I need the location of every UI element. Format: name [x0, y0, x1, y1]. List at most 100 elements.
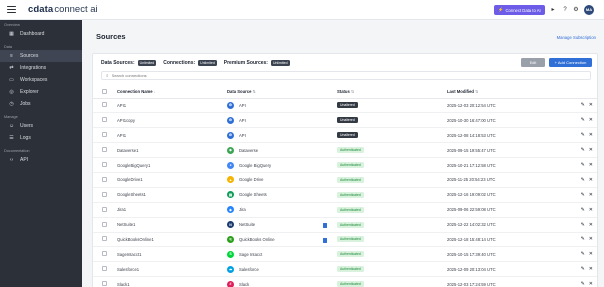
- code-icon: ‹›: [9, 157, 14, 163]
- edit-icon[interactable]: ✎: [581, 177, 585, 183]
- connection-name[interactable]: NetSuite1: [117, 217, 227, 233]
- close-icon[interactable]: ✕: [589, 222, 593, 228]
- data-source-name: QuickBooks Online: [239, 236, 275, 242]
- row-checkbox[interactable]: [102, 147, 107, 153]
- menu-icon[interactable]: [7, 6, 16, 13]
- manage-subscription-link[interactable]: Manage Subscription: [557, 35, 596, 40]
- sidebar-item-logs[interactable]: ☰ Logs: [0, 132, 82, 144]
- row-checkbox[interactable]: [102, 176, 107, 182]
- edit-icon[interactable]: ✎: [581, 162, 585, 168]
- row-checkbox[interactable]: [102, 251, 107, 257]
- logo[interactable]: cdata connect ai: [28, 4, 98, 15]
- connection-name[interactable]: API1: [117, 127, 227, 144]
- edit-icon[interactable]: ✎: [581, 236, 585, 242]
- data-source-name: Salesforce: [239, 266, 259, 272]
- column-header-name[interactable]: Connection Name↓: [117, 86, 227, 99]
- edit-icon[interactable]: ✎: [581, 132, 585, 138]
- close-icon[interactable]: ✕: [589, 192, 593, 198]
- gear-icon[interactable]: ⚙: [572, 6, 580, 14]
- edit-button[interactable]: Edit: [521, 58, 545, 67]
- terminal-icon[interactable]: ▸: [549, 6, 557, 14]
- close-icon[interactable]: ✕: [589, 102, 593, 108]
- sidebar-item-dashboard[interactable]: ▦ Dashboard: [0, 28, 82, 40]
- table-row[interactable]: SageIntacct1 S Sage Intacct Authenticate…: [93, 246, 597, 263]
- document-icon[interactable]: [323, 237, 327, 243]
- connection-name[interactable]: GoogleDrive1: [117, 172, 227, 188]
- row-checkbox[interactable]: [102, 281, 107, 287]
- row-checkbox[interactable]: [102, 221, 107, 227]
- data-source-name: API: [239, 102, 246, 108]
- main-content: Sources Manage Subscription Data Sources…: [82, 20, 604, 287]
- sidebar-item-integrations[interactable]: ⇄ Integrations: [0, 62, 82, 74]
- table-row[interactable]: Dataverse1 ◆ Dataverse Authenticated 202…: [93, 142, 597, 159]
- sidebar-item-api[interactable]: ‹› API: [0, 154, 82, 166]
- connection-name[interactable]: GoogleSheets1: [117, 187, 227, 203]
- close-icon[interactable]: ✕: [589, 251, 593, 257]
- help-icon[interactable]: ?: [561, 6, 569, 14]
- close-icon[interactable]: ✕: [589, 236, 593, 242]
- close-icon[interactable]: ✕: [589, 132, 593, 138]
- column-header-modified[interactable]: Last Modified⇅: [447, 86, 557, 99]
- table-row[interactable]: API1 ⚙ API Unaltered 2025-12-08 14:18:53…: [93, 127, 597, 144]
- edit-icon[interactable]: ✎: [581, 192, 585, 198]
- table-row[interactable]: NetSuite1 N NetSuite Authenticated 2025-…: [93, 217, 597, 233]
- table-row[interactable]: QuickBooksOnline1 q QuickBooks Online Au…: [93, 232, 597, 248]
- connection-name[interactable]: GoogleBigQuery1: [117, 157, 227, 173]
- table-row[interactable]: API1copy ⚙ API Unaltered 2025-10-30 16:4…: [93, 112, 597, 129]
- connection-name[interactable]: QuickBooksOnline1: [117, 232, 227, 248]
- sidebar-item-explorer[interactable]: ◎ Explorer: [0, 86, 82, 98]
- sidebar-item-jobs[interactable]: ◷ Jobs: [0, 98, 82, 110]
- close-icon[interactable]: ✕: [589, 266, 593, 272]
- sidebar-item-label: Integrations: [20, 65, 47, 71]
- table-row[interactable]: GoogleDrive1 ▲ Google Drive Authenticate…: [93, 172, 597, 188]
- table-row[interactable]: GoogleBigQuery1 ● Google BigQuery Authen…: [93, 157, 597, 173]
- add-connection-button[interactable]: + Add Connection: [549, 58, 592, 67]
- connection-name[interactable]: Jira1: [117, 202, 227, 218]
- table-row[interactable]: Slack1 # Slack Authenticated 2025-12-03 …: [93, 276, 597, 287]
- close-icon[interactable]: ✕: [589, 162, 593, 168]
- status-badge: Authenticated: [337, 251, 364, 258]
- close-icon[interactable]: ✕: [589, 207, 593, 213]
- row-checkbox[interactable]: [102, 266, 107, 272]
- close-icon[interactable]: ✕: [589, 281, 593, 287]
- row-checkbox[interactable]: [102, 191, 107, 197]
- edit-icon[interactable]: ✎: [581, 281, 585, 287]
- sidebar-item-workspaces[interactable]: ▭ Workspaces: [0, 74, 82, 86]
- avatar[interactable]: MA: [584, 5, 594, 15]
- connection-name[interactable]: Dataverse1: [117, 142, 227, 159]
- document-icon[interactable]: [323, 222, 327, 228]
- close-icon[interactable]: ✕: [589, 117, 593, 123]
- column-header-source[interactable]: Data Source⇅: [227, 86, 337, 99]
- row-checkbox[interactable]: [102, 236, 107, 242]
- close-icon[interactable]: ✕: [589, 147, 593, 153]
- connection-name[interactable]: Slack1: [117, 276, 227, 287]
- edit-icon[interactable]: ✎: [581, 266, 585, 272]
- search-input[interactable]: [111, 73, 572, 78]
- table-row[interactable]: API1 ⚙ API Unaltered 2025-12-03 20:12:54…: [93, 98, 597, 114]
- row-checkbox[interactable]: [102, 132, 107, 138]
- column-header-status[interactable]: Status⇅: [337, 86, 447, 99]
- edit-icon[interactable]: ✎: [581, 251, 585, 257]
- row-checkbox[interactable]: [102, 117, 107, 123]
- edit-icon[interactable]: ✎: [581, 117, 585, 123]
- select-all-checkbox[interactable]: [102, 88, 107, 94]
- edit-icon[interactable]: ✎: [581, 147, 585, 153]
- row-checkbox[interactable]: [102, 162, 107, 167]
- sidebar-item-users[interactable]: ☺ Users: [0, 120, 82, 132]
- data-source-icon: ▲: [227, 176, 234, 184]
- edit-icon[interactable]: ✎: [581, 102, 585, 108]
- table-row[interactable]: GoogleSheets1 ▤ Google Sheets Authentica…: [93, 187, 597, 203]
- table-row[interactable]: Jira1 ◆ Jira Authenticated 2025-09-06 22…: [93, 202, 597, 218]
- connection-name[interactable]: SageIntacct1: [117, 246, 227, 263]
- close-icon[interactable]: ✕: [589, 177, 593, 183]
- connect-data-button[interactable]: ⚡ Connect Data to AI: [494, 5, 545, 15]
- connection-name[interactable]: API1copy: [117, 112, 227, 129]
- connection-name[interactable]: API1: [117, 98, 227, 114]
- edit-icon[interactable]: ✎: [581, 207, 585, 213]
- row-checkbox[interactable]: [102, 102, 107, 108]
- connection-name[interactable]: Salesforce1: [117, 261, 227, 278]
- row-checkbox[interactable]: [102, 206, 107, 212]
- table-row[interactable]: Salesforce1 ☁ Salesforce Authenticated 2…: [93, 261, 597, 278]
- sidebar-item-sources[interactable]: ≡ Sources: [0, 50, 82, 62]
- edit-icon[interactable]: ✎: [581, 222, 585, 228]
